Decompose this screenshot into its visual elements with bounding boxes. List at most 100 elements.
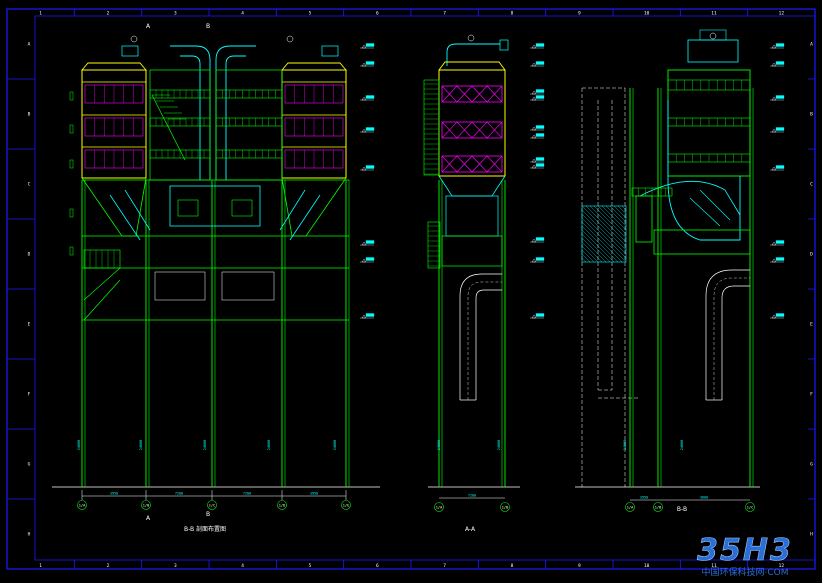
elevation-tag-triangle	[771, 166, 777, 171]
cad-drawing: 112233445566778899101011111212 A AB BC CD DE…	[6, 8, 816, 578]
side-stack-centerline	[467, 281, 502, 400]
elevation-tag-triangle	[531, 62, 537, 67]
stair-landing	[83, 249, 121, 269]
column-label-bottom: 8	[511, 563, 514, 569]
axis-bubble-label: 1/C	[747, 505, 754, 509]
drawing-frame	[6, 8, 816, 570]
front-height-dim: 24000	[203, 440, 207, 451]
axis-bubble-label: 1/B	[502, 505, 509, 509]
side-elevation-tag	[530, 133, 545, 139]
elevation-tag-triangle	[531, 314, 537, 319]
front-elevation-tag	[360, 127, 375, 133]
filter-row-outline	[441, 85, 503, 103]
side-stack-inner	[475, 289, 502, 400]
right-elevation-tag	[770, 95, 785, 101]
elevation-tag-box	[535, 313, 545, 317]
side-stack-outer	[459, 273, 502, 400]
side-section-view: 24000 24000 7200 1/A 1/B	[423, 34, 545, 512]
front-axis-bubble: 1/E	[341, 500, 351, 510]
elevation-tag-triangle	[771, 96, 777, 101]
right-top-duct	[687, 39, 739, 63]
elevation-tag-triangle	[361, 128, 367, 133]
right-axis-bubble: 1/C	[745, 502, 755, 512]
hatch-line	[593, 205, 627, 239]
collector-damper	[177, 199, 199, 217]
row-label-left: G	[28, 462, 31, 468]
elevation-tag-box	[535, 125, 545, 129]
row-label-left: B	[28, 112, 31, 118]
elevation-tag-triangle	[361, 314, 367, 319]
hatch-line	[581, 233, 611, 263]
right-platform	[667, 117, 751, 127]
front-elevation-tag	[360, 313, 375, 319]
front-elevation-view: 24000 24000 24000 24000 24000 3950 7200 7200 395…	[52, 35, 380, 510]
right-stack-inner	[721, 285, 750, 400]
column-label-bottom: 10	[644, 563, 650, 569]
elevation-tag-box	[365, 257, 375, 261]
side-ladder	[423, 79, 440, 176]
row-label-right: A	[810, 42, 813, 48]
right-section-view: 24000 24000 3950 3600 1/A 1/B 1/C	[575, 29, 785, 512]
side-elevation-tag	[530, 95, 545, 101]
right-height-dim: 24000	[623, 440, 627, 451]
elevation-tag-triangle	[531, 96, 537, 101]
right-elevation-tag	[770, 165, 785, 171]
elevation-tag-triangle	[771, 314, 777, 319]
side-axis-bubble: 1/B	[500, 502, 510, 512]
front-height-dim: 24000	[77, 440, 81, 451]
elevation-tag-box	[365, 61, 375, 65]
row-label-left: A	[28, 42, 31, 48]
row-label-right: H	[810, 532, 813, 538]
column-label-top: 2	[107, 11, 110, 17]
frame-column-labels: 112233445566778899101011111212	[39, 9, 784, 569]
column-label-top: 7	[443, 11, 446, 17]
column-label-top: 4	[241, 11, 244, 17]
balloon-marker	[709, 32, 717, 40]
column-label-top: 12	[779, 11, 785, 17]
left-filter-module	[81, 35, 147, 237]
elevation-tag-box	[365, 43, 375, 47]
side-height-dim: 24000	[437, 440, 441, 451]
elevation-tag-box	[365, 240, 375, 244]
right-elevation-tag	[770, 43, 785, 49]
axis-bubble-label: 1/B	[143, 503, 150, 507]
front-axis-bubble: 1/C	[207, 500, 217, 510]
column-label-top: 10	[644, 11, 650, 17]
front-elevation-tag	[360, 257, 375, 263]
right-view-caption: B-B	[677, 506, 687, 513]
hatch-line	[581, 257, 587, 263]
front-axis-bubble: 1/A	[77, 500, 87, 510]
frame-row-labels: A A B B C C D D E E F F G G H H	[7, 42, 815, 538]
column-label-bottom: 7	[443, 563, 446, 569]
right-filter-module	[281, 35, 347, 237]
elevation-tag-triangle	[531, 164, 537, 169]
inlet-flange	[321, 45, 339, 57]
axis-bubble-label: 1/B	[655, 505, 662, 509]
hatch-line	[581, 209, 627, 255]
platform-outline	[423, 79, 440, 176]
elevation-tag-triangle	[531, 134, 537, 139]
section-mark-top-left: A	[146, 23, 151, 30]
column-label-top: 11	[711, 11, 717, 17]
hatch-line	[581, 245, 599, 263]
column-label-top: 9	[578, 11, 581, 17]
side-top-duct	[446, 43, 500, 66]
right-dimension-text: 3600	[700, 496, 708, 500]
hatch-line	[601, 205, 627, 231]
side-fan-frame	[441, 235, 503, 267]
side-filter-row	[441, 155, 503, 173]
level-mark-left	[69, 208, 74, 218]
watermark-logo-text: 35H3	[697, 533, 793, 568]
front-elevation-tag	[360, 61, 375, 67]
side-elevation-tag	[530, 313, 545, 319]
row-label-right: E	[810, 322, 813, 328]
right-elevation-tag	[770, 313, 785, 319]
side-axis-bubble: 1/A	[434, 502, 444, 512]
row-label-right: F	[810, 392, 813, 398]
elevation-tag-box	[775, 43, 785, 47]
filter-bag-row	[284, 84, 344, 104]
row-label-left: H	[28, 532, 31, 538]
front-height-dim: 24000	[333, 440, 337, 451]
front-dimension-text: 7200	[243, 492, 251, 496]
elevation-tag-box	[535, 61, 545, 65]
